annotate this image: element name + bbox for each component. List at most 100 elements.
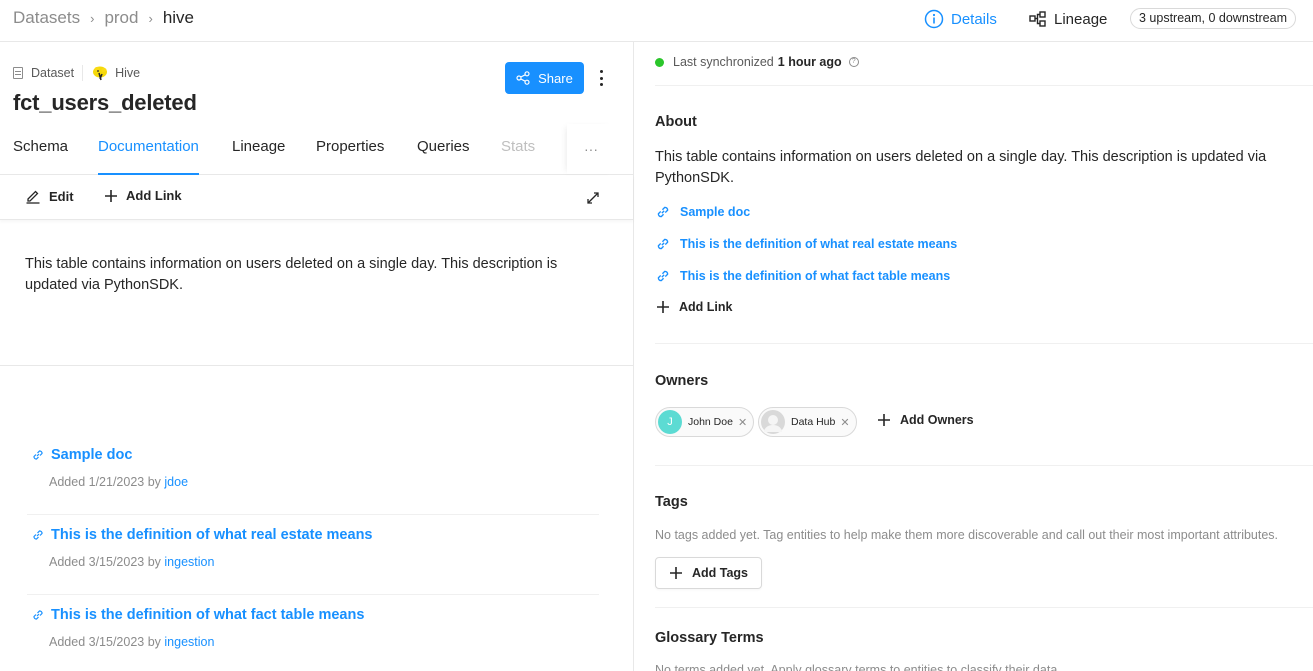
owner-name: John Doe: [688, 416, 733, 428]
entity-name: fct_users_deleted: [13, 90, 197, 115]
owners-title: Owners: [655, 373, 709, 389]
divider: [655, 85, 1313, 86]
add-tags-label: Add Tags: [691, 566, 749, 580]
divider: [655, 465, 1313, 466]
link-icon: [657, 270, 669, 282]
tags-title: Tags: [655, 494, 688, 510]
dataset-icon: [13, 67, 23, 79]
plus-icon: [657, 301, 669, 313]
link-title[interactable]: Sample doc: [31, 447, 132, 463]
tab-documentation[interactable]: Documentation: [98, 138, 199, 175]
add-link-label: Add Link: [679, 300, 733, 314]
help-icon[interactable]: ?: [848, 57, 859, 67]
user-avatar-icon: [764, 415, 782, 432]
link-title-text: This is the definition of what fact tabl…: [51, 607, 365, 623]
info-icon: [924, 9, 944, 29]
breadcrumb-datasets[interactable]: Datasets: [13, 8, 80, 28]
link-title-text: Sample doc: [51, 447, 133, 463]
link-item: Sample doc Added 1/21/2023 by jdoe: [27, 435, 599, 515]
owner-chip[interactable]: J John Doe ✕: [655, 407, 755, 437]
link-title[interactable]: This is the definition of what fact tabl…: [31, 607, 364, 623]
tabs-more-button[interactable]: ···: [567, 124, 615, 174]
owner-name: Data Hub: [791, 416, 836, 428]
details-sidebar: Last synchronized 1 hour ago ? About Thi…: [635, 42, 1313, 671]
avatar: J: [658, 410, 682, 434]
lineage-count-badge[interactable]: 3 upstream, 0 downstream: [1130, 8, 1296, 29]
glossary-title: Glossary Terms: [655, 630, 764, 646]
divider: [655, 343, 1313, 344]
edit-icon: [26, 190, 40, 204]
documentation-description: This table contains information on users…: [25, 256, 558, 293]
entity-tabs: Schema Documentation Lineage Properties …: [0, 124, 633, 175]
share-button[interactable]: Share: [505, 62, 584, 94]
link-icon: [33, 450, 43, 460]
about-add-link-button[interactable]: Add Link: [656, 300, 732, 314]
top-bar: Datasets › prod › hive Details Lineage 3…: [0, 0, 1313, 42]
divider: [82, 65, 84, 81]
more-options-icon[interactable]: [594, 66, 608, 90]
link-author[interactable]: jdoe: [164, 475, 188, 489]
glossary-empty-text: No terms added yet. Apply glossary terms…: [655, 663, 1061, 671]
breadcrumb-prod[interactable]: prod: [104, 8, 138, 28]
add-tags-button[interactable]: Add Tags: [655, 557, 762, 589]
sync-status: Last synchronized 1 hour ago ?: [655, 55, 859, 69]
sync-prefix: Last synchronized: [673, 55, 774, 69]
sync-status-dot-icon: [655, 57, 664, 67]
breadcrumb: Datasets › prod › hive: [13, 8, 194, 28]
breadcrumb-hive[interactable]: hive: [163, 8, 194, 28]
about-link-text: Sample doc: [680, 205, 751, 219]
breadcrumb-separator: ›: [148, 10, 153, 26]
about-link-text: This is the definition of what real esta…: [680, 237, 958, 251]
tab-queries[interactable]: Queries: [417, 138, 470, 175]
link-author[interactable]: ingestion: [164, 555, 214, 569]
platform-label: Hive: [115, 66, 141, 80]
avatar: [761, 410, 785, 434]
add-link-button[interactable]: Add Link: [104, 188, 182, 203]
entity-type-row: Dataset Hive: [13, 64, 140, 82]
link-added-date: Added 3/15/2023 by: [49, 555, 161, 569]
add-owners-label: Add Owners: [900, 413, 974, 427]
documentation-toolbar: Edit Add Link: [0, 175, 633, 220]
link-icon: [657, 238, 669, 250]
link-icon: [33, 530, 43, 540]
edit-button[interactable]: Edit: [25, 188, 74, 204]
link-icon: [657, 206, 669, 218]
close-icon[interactable]: ✕: [840, 416, 849, 429]
breadcrumb-separator: ›: [90, 10, 95, 26]
plus-icon: [105, 189, 117, 202]
add-owners-button[interactable]: Add Owners: [877, 413, 974, 427]
details-button[interactable]: Details: [924, 9, 997, 29]
entity-type-label: Dataset: [31, 66, 75, 80]
plus-icon: [669, 567, 682, 579]
lineage-label: Lineage: [1054, 10, 1108, 28]
add-link-label: Add Link: [126, 188, 182, 203]
link-icon: [33, 610, 43, 620]
divider: [655, 607, 1313, 608]
about-description: This table contains information on users…: [655, 149, 1267, 186]
lineage-button[interactable]: Lineage: [1029, 11, 1107, 28]
about-link[interactable]: This is the definition of what real esta…: [655, 236, 957, 252]
edit-label: Edit: [49, 188, 74, 204]
about-link[interactable]: This is the definition of what fact tabl…: [655, 268, 950, 284]
expand-icon[interactable]: [585, 190, 601, 206]
link-meta: Added 1/21/2023 by jdoe: [49, 475, 188, 489]
about-link-text: This is the definition of what fact tabl…: [680, 269, 951, 283]
tab-properties[interactable]: Properties: [316, 138, 384, 175]
tab-stats[interactable]: Stats: [501, 138, 535, 175]
share-icon: [516, 71, 530, 85]
details-label: Details: [951, 10, 997, 28]
hive-logo-icon: [93, 66, 108, 81]
link-meta: Added 3/15/2023 by ingestion: [49, 635, 214, 649]
close-icon[interactable]: ✕: [738, 416, 747, 429]
link-added-date: Added 3/15/2023 by: [49, 635, 161, 649]
sync-value: 1 hour ago: [777, 55, 842, 69]
about-link[interactable]: Sample doc: [655, 204, 750, 220]
plus-icon: [878, 414, 890, 426]
tab-lineage[interactable]: Lineage: [232, 138, 285, 175]
link-title[interactable]: This is the definition of what real esta…: [31, 527, 373, 543]
owner-chip[interactable]: Data Hub ✕: [758, 407, 857, 437]
tab-schema[interactable]: Schema: [13, 138, 68, 175]
share-label: Share: [538, 70, 573, 86]
lineage-icon: [1029, 11, 1046, 27]
link-author[interactable]: ingestion: [164, 635, 214, 649]
